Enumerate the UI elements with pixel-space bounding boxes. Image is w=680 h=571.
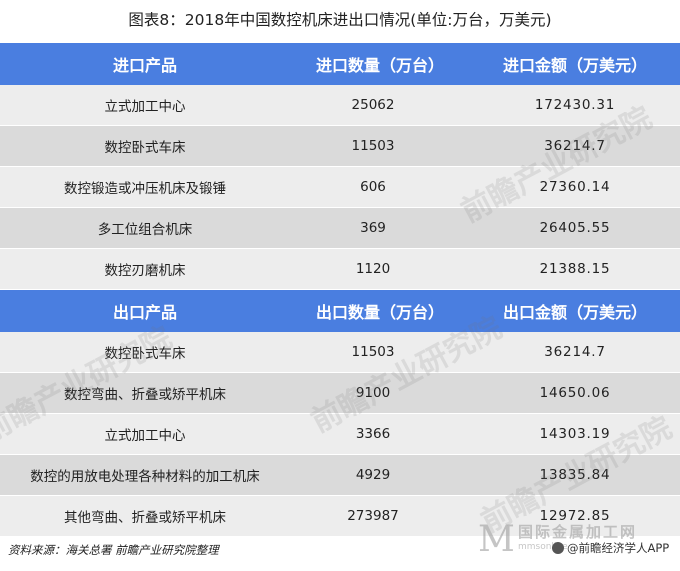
- quantity-cell: 11503: [351, 344, 395, 360]
- quantity-cell: 9100: [355, 385, 391, 401]
- quantity-cell: 273987: [347, 508, 399, 524]
- table-row: 数控的用放电处理各种材料的加工机床 4929 13835.84: [0, 455, 680, 496]
- amount-cell: 172430.31: [534, 97, 616, 113]
- import-header-row: 进口产品 进口数量（万台） 进口金额（万美元）: [0, 43, 680, 85]
- product-cell: 数控卧式车床: [104, 140, 186, 156]
- amount-cell: 36214.7: [544, 344, 606, 360]
- table-row: 数控弯曲、折叠或矫平机床 9100 14650.06: [0, 373, 680, 414]
- export-quantity-header: 出口数量（万台）: [315, 303, 444, 322]
- export-product-header: 出口产品: [112, 303, 177, 322]
- quantity-cell: 606: [360, 179, 386, 195]
- table-row: 数控卧式车床 11503 36214.7: [0, 126, 680, 167]
- quantity-cell: 1120: [355, 261, 391, 277]
- amount-cell: 14650.06: [539, 385, 611, 401]
- amount-cell: 21388.15: [539, 261, 611, 277]
- table-row: 数控卧式车床 11503 36214.7: [0, 332, 680, 373]
- trade-table: 进口产品 进口数量（万台） 进口金额（万美元） 立式加工中心 25062 172…: [0, 43, 680, 537]
- product-cell: 数控刃磨机床: [104, 263, 186, 279]
- quantity-cell: 11503: [351, 138, 395, 154]
- import-amount-header: 进口金额（万美元）: [502, 56, 647, 75]
- product-cell: 多工位组合机床: [97, 222, 193, 238]
- amount-cell: 14303.19: [539, 426, 611, 442]
- product-cell: 数控锻造或冲压机床及锻锤: [64, 181, 226, 197]
- export-amount-header: 出口金额（万美元）: [502, 303, 647, 322]
- product-cell: 立式加工中心: [104, 428, 186, 444]
- amount-cell: 13835.84: [539, 467, 611, 483]
- brand-mark: M 国际金属加工网 mmsonline @前瞻经济学人APP: [478, 520, 678, 568]
- product-cell: 立式加工中心: [104, 99, 186, 115]
- amount-cell: 36214.7: [544, 138, 606, 154]
- quantity-cell: 3366: [355, 426, 391, 442]
- import-quantity-header: 进口数量（万台）: [315, 56, 444, 75]
- table-row: 数控锻造或冲压机床及锻锤 606 27360.14: [0, 167, 680, 208]
- source-note: 资料来源：海关总署 前瞻产业研究院整理: [8, 543, 219, 557]
- product-cell: 数控的用放电处理各种材料的加工机床: [30, 469, 260, 485]
- import-product-header: 进口产品: [112, 56, 177, 75]
- brand-logo-icon: M: [478, 519, 515, 560]
- quantity-cell: 25062: [351, 97, 395, 113]
- brand-name: 国际金属加工网: [518, 523, 638, 541]
- app-credit: @前瞻经济学人APP: [552, 540, 669, 556]
- product-cell: 数控弯曲、折叠或矫平机床: [64, 387, 226, 403]
- app-credit-text: @前瞻经济学人APP: [567, 541, 670, 555]
- product-cell: 其他弯曲、折叠或矫平机床: [64, 510, 226, 526]
- table-row: 立式加工中心 3366 14303.19: [0, 414, 680, 455]
- amount-cell: 26405.55: [539, 220, 611, 236]
- quantity-cell: 4929: [355, 467, 391, 483]
- page-title: 图表8：2018年中国数控机床进出口情况(单位:万台，万美元): [128, 11, 552, 29]
- app-logo-icon: [552, 542, 564, 554]
- amount-cell: 27360.14: [539, 179, 611, 195]
- table-row: 立式加工中心 25062 172430.31: [0, 85, 680, 126]
- product-cell: 数控卧式车床: [104, 346, 186, 362]
- quantity-cell: 369: [360, 220, 386, 236]
- export-header-row: 出口产品 出口数量（万台） 出口金额（万美元）: [0, 290, 680, 332]
- table-row: 多工位组合机床 369 26405.55: [0, 208, 680, 249]
- table-row: 数控刃磨机床 1120 21388.15: [0, 249, 680, 290]
